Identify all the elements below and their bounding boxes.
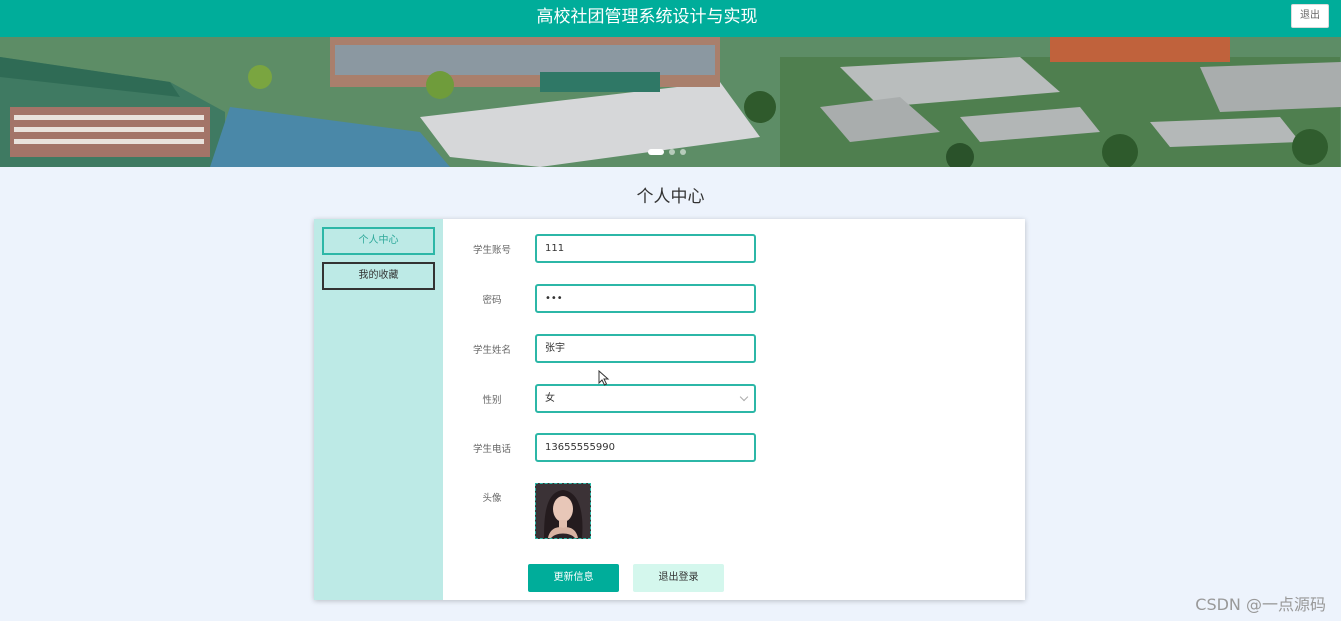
gender-select[interactable]: 女 (535, 384, 756, 413)
password-field[interactable]: ••• (535, 284, 756, 313)
name-label: 学生姓名 (472, 345, 511, 356)
gender-label: 性别 (482, 395, 502, 406)
campus-banner-image (0, 37, 1341, 167)
avatar-image (536, 484, 590, 538)
logout-button[interactable]: 退出 (1291, 4, 1329, 28)
banner-carousel (0, 37, 1341, 167)
watermark: CSDN @一点源码 (1195, 595, 1326, 614)
logout-button-form[interactable]: 退出登录 (633, 564, 724, 592)
account-label: 学生账号 (472, 245, 511, 256)
phone-label: 学生电话 (472, 444, 511, 455)
name-field[interactable]: 张宇 (535, 334, 756, 363)
phone-field[interactable]: 13655555990 (535, 433, 756, 462)
sidebar-item-favorites[interactable]: 我的收藏 (322, 262, 435, 290)
carousel-dot-3[interactable] (680, 149, 686, 155)
avatar-upload[interactable] (535, 483, 591, 539)
carousel-dot-1[interactable] (648, 149, 664, 155)
carousel-indicators (648, 149, 686, 155)
site-title: 高校社团管理系统设计与实现 (536, 7, 758, 27)
profile-panel: 个人中心 我的收藏 学生账号 111 密码 ••• 学生姓名 张宇 性别 女 学… (314, 219, 1025, 600)
mouse-cursor-icon (598, 370, 610, 386)
chevron-down-icon (739, 392, 749, 402)
page-title: 个人中心 (636, 187, 705, 207)
carousel-dot-2[interactable] (669, 149, 675, 155)
top-nav-bar: 高校社团管理系统设计与实现 退出 (0, 0, 1341, 37)
update-info-button[interactable]: 更新信息 (528, 564, 619, 592)
password-label: 密码 (482, 295, 502, 306)
avatar-label: 头像 (482, 493, 502, 504)
sidebar: 个人中心 我的收藏 (314, 219, 443, 600)
gender-value: 女 (545, 393, 555, 404)
sidebar-item-profile[interactable]: 个人中心 (322, 227, 435, 255)
account-field[interactable]: 111 (535, 234, 756, 263)
